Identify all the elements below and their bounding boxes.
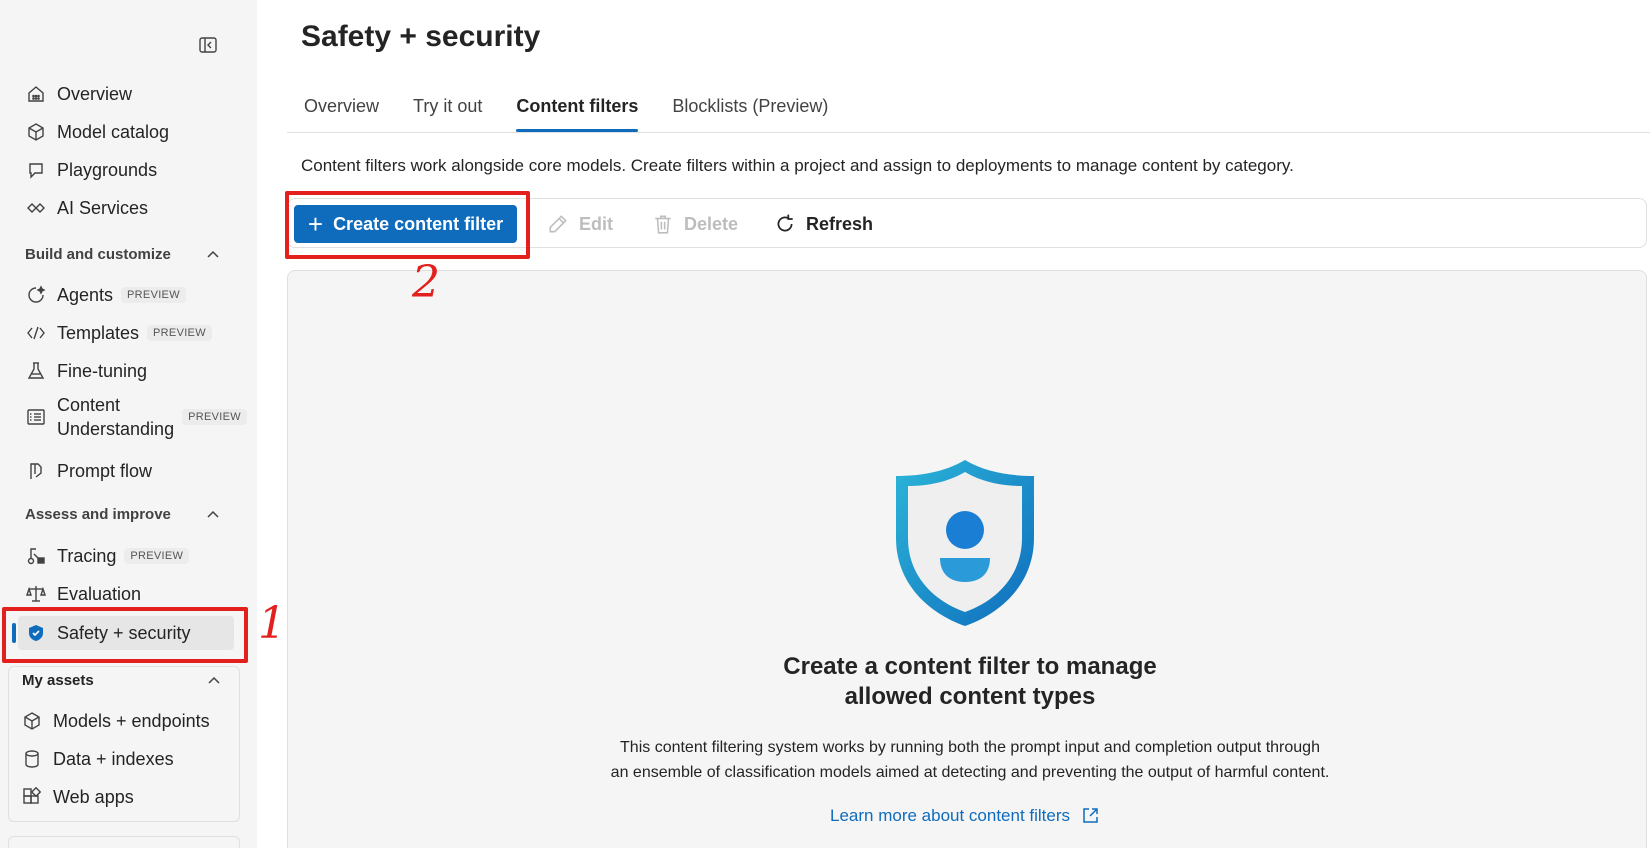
button-label: Edit xyxy=(579,213,613,234)
preview-badge: PREVIEW xyxy=(121,287,186,303)
page-description: Content filters work alongside core mode… xyxy=(301,156,1294,175)
edit-button[interactable]: Edit xyxy=(547,207,613,241)
tab-try-it-out[interactable]: Try it out xyxy=(397,84,498,132)
flow-icon xyxy=(25,460,47,482)
empty-state-description: This content filtering system works by r… xyxy=(560,735,1380,785)
section-title: Assess and improve xyxy=(25,506,171,523)
delete-button[interactable]: Delete xyxy=(652,207,738,241)
learn-more-link[interactable]: Learn more about content filters xyxy=(830,806,1100,826)
chat-icon xyxy=(25,159,47,181)
sidebar-item-label: Evaluation xyxy=(57,583,142,604)
sidebar-item-label: Models + endpoints xyxy=(53,710,210,731)
body-line-2: an ensemble of classification models aim… xyxy=(610,764,1330,781)
main-content: Safety + security Overview Try it out Co… xyxy=(257,0,1650,848)
apps-icon xyxy=(21,786,43,808)
tab-overview[interactable]: Overview xyxy=(288,84,395,132)
body-line-1: This content filtering system works by r… xyxy=(620,739,1320,756)
code-icon xyxy=(25,322,47,344)
collapse-panel-icon[interactable] xyxy=(196,34,220,56)
link-icon xyxy=(25,197,47,219)
sidebar-item-agents[interactable]: Agents PREVIEW xyxy=(18,278,234,312)
cube-icon xyxy=(25,121,47,143)
shield-person-icon xyxy=(896,460,1034,626)
sidebar-item-label: Web apps xyxy=(53,786,134,807)
button-label: Refresh xyxy=(806,213,874,234)
tab-blocklists[interactable]: Blocklists (Preview) xyxy=(656,84,844,132)
title-line-2: allowed content types xyxy=(844,683,1096,710)
annotation-box-2 xyxy=(285,191,530,259)
external-link-icon xyxy=(1083,808,1098,823)
tab-content-filters[interactable]: Content filters xyxy=(500,84,654,132)
sidebar-item-ai-services[interactable]: AI Services xyxy=(18,191,234,225)
preview-badge: PREVIEW xyxy=(124,548,190,564)
document-list-icon xyxy=(25,406,47,428)
refresh-button[interactable]: Refresh xyxy=(774,207,873,241)
refresh-icon xyxy=(777,214,793,232)
annotation-box-1 xyxy=(2,607,248,663)
sidebar-item-label: Content Understanding xyxy=(57,393,174,441)
section-title: My assets xyxy=(22,672,94,689)
flask-icon xyxy=(25,360,47,382)
sidebar-item-models-endpoints[interactable]: Models + endpoints xyxy=(14,704,230,738)
annotation-marker-2: 2 xyxy=(412,257,440,308)
section-assess-and-improve[interactable]: Assess and improve xyxy=(25,506,221,523)
sidebar-item-evaluation[interactable]: Evaluation xyxy=(18,577,234,611)
annotation-marker-1: 1 xyxy=(258,598,286,649)
agent-icon xyxy=(25,284,47,306)
sidebar-item-prompt-flow[interactable]: Prompt flow xyxy=(18,454,234,488)
section-build-and-customize[interactable]: Build and customize xyxy=(25,246,221,263)
sidebar-item-model-catalog[interactable]: Model catalog xyxy=(18,115,234,149)
pencil-icon xyxy=(549,215,567,233)
chevron-up-icon xyxy=(207,250,219,258)
sidebar-item-overview[interactable]: Overview xyxy=(18,77,234,111)
preview-badge: PREVIEW xyxy=(182,409,247,425)
tab-list: Overview Try it out Content filters Bloc… xyxy=(288,84,846,132)
button-label: Delete xyxy=(684,213,739,234)
label-line-1: Content xyxy=(57,395,121,415)
title-line-1: Create a content filter to manage xyxy=(783,653,1157,680)
chevron-up-icon xyxy=(207,510,219,518)
tracing-icon xyxy=(25,545,47,567)
sidebar-item-label: Prompt flow xyxy=(57,460,153,481)
sidebar: Overview Model catalog Playgrounds AI Se… xyxy=(0,0,257,848)
sidebar-item-fine-tuning[interactable]: Fine-tuning xyxy=(18,354,234,388)
cube-outline-icon xyxy=(21,710,43,732)
sidebar-item-label: AI Services xyxy=(57,197,149,218)
grid-icon xyxy=(25,83,47,105)
sidebar-item-label: Templates xyxy=(57,322,140,343)
sidebar-item-label: Data + indexes xyxy=(53,748,174,769)
label-line-2: Understanding xyxy=(57,419,175,439)
page-title: Safety + security xyxy=(301,20,541,53)
empty-state-title: Create a content filter to manage allowe… xyxy=(690,652,1250,712)
sidebar-item-playgrounds[interactable]: Playgrounds xyxy=(18,153,234,187)
sidebar-item-label: Fine-tuning xyxy=(57,360,148,381)
sidebar-item-label: Tracing xyxy=(57,545,117,566)
sidebar-item-templates[interactable]: Templates PREVIEW xyxy=(18,316,234,350)
database-icon xyxy=(21,748,43,770)
sidebar-item-data-indexes[interactable]: Data + indexes xyxy=(14,742,230,776)
sidebar-item-label: Agents xyxy=(57,284,114,305)
tab-divider xyxy=(287,132,1650,133)
sidebar-bottom-panel xyxy=(8,836,240,848)
sidebar-item-tracing[interactable]: Tracing PREVIEW xyxy=(18,539,234,573)
sidebar-item-label: Playgrounds xyxy=(57,159,158,180)
section-my-assets[interactable]: My assets xyxy=(22,672,222,689)
section-title: Build and customize xyxy=(25,246,171,263)
chevron-up-icon xyxy=(208,676,220,684)
sidebar-item-web-apps[interactable]: Web apps xyxy=(14,780,230,814)
sidebar-item-label: Overview xyxy=(57,83,133,104)
sidebar-item-label: Model catalog xyxy=(57,121,170,142)
sidebar-item-content-understanding[interactable]: Content Understanding PREVIEW xyxy=(18,392,247,442)
preview-badge: PREVIEW xyxy=(147,325,212,341)
trash-icon xyxy=(655,215,671,234)
link-label: Learn more about content filters xyxy=(830,806,1071,825)
scale-icon xyxy=(25,583,47,605)
